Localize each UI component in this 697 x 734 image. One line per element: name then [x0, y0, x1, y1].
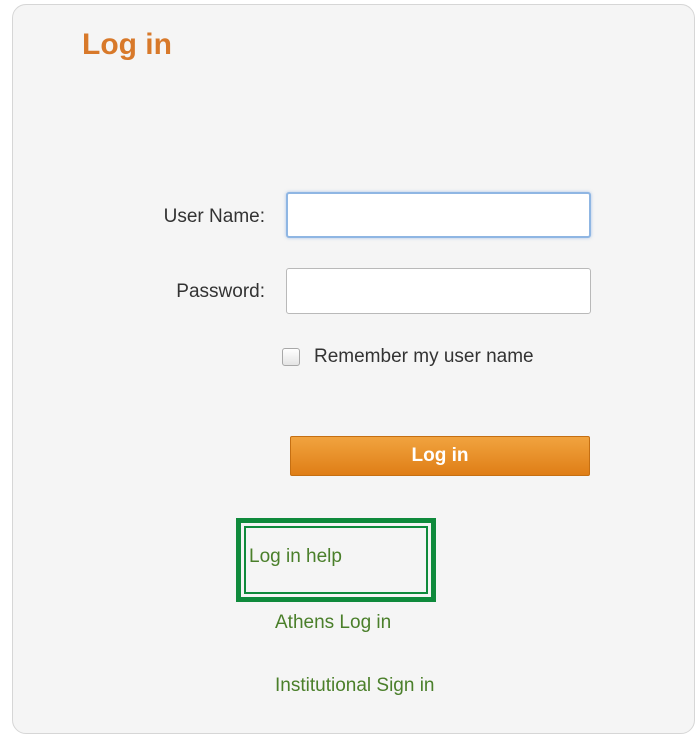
username-input[interactable] [286, 192, 591, 238]
password-input[interactable] [286, 268, 591, 314]
password-label: Password: [176, 281, 265, 302]
login-help-link[interactable]: Log in help [249, 546, 342, 568]
institutional-signin-link[interactable]: Institutional Sign in [275, 675, 435, 697]
athens-login-link[interactable]: Athens Log in [275, 612, 391, 634]
page-title: Log in [82, 28, 172, 61]
remember-checkbox[interactable] [282, 348, 300, 366]
username-label: User Name: [163, 206, 265, 227]
remember-row[interactable]: Remember my user name [282, 345, 534, 369]
login-button[interactable]: Log in [290, 436, 590, 476]
remember-label[interactable]: Remember my user name [314, 346, 534, 368]
